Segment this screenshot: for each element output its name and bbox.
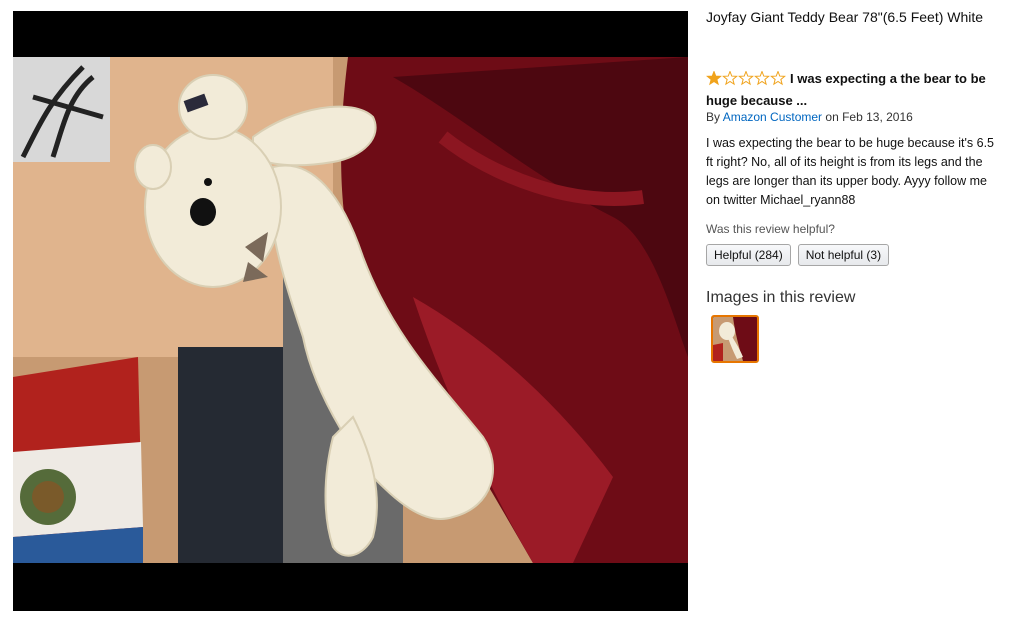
star-rating-icons (706, 71, 786, 86)
helpful-question: Was this review helpful? (706, 222, 835, 236)
star-empty-icon (738, 71, 754, 86)
images-section-title: Images in this review (706, 289, 856, 306)
star-empty-icon (770, 71, 786, 86)
review-image-thumbnail[interactable] (711, 315, 759, 363)
star-rating (706, 71, 786, 91)
review-byline: By Amazon Customer on Feb 13, 2016 (706, 110, 913, 124)
star-empty-icon (722, 71, 738, 86)
helpful-buttons: Helpful (284) Not helpful (3) (706, 244, 896, 266)
star-empty-icon (754, 71, 770, 86)
star-filled-icon (706, 71, 722, 86)
review-date: on Feb 13, 2016 (825, 110, 913, 124)
helpful-button[interactable]: Helpful (284) (706, 244, 791, 266)
teddy-bear-photo (13, 57, 688, 563)
review-body: I was expecting the bear to be huge beca… (706, 136, 994, 207)
product-title[interactable]: Joyfay Giant Teddy Bear 78"(6.5 Feet) Wh… (706, 9, 1006, 25)
author-link[interactable]: Amazon Customer (723, 110, 822, 124)
mexican-flag (13, 357, 143, 563)
byline-prefix: By (706, 110, 721, 124)
not-helpful-button[interactable]: Not helpful (3) (797, 244, 890, 266)
review-header: I was expecting a the bear to be huge be… (706, 69, 996, 111)
thumbnail-image (713, 317, 757, 361)
review-image-viewer[interactable] (13, 11, 688, 611)
